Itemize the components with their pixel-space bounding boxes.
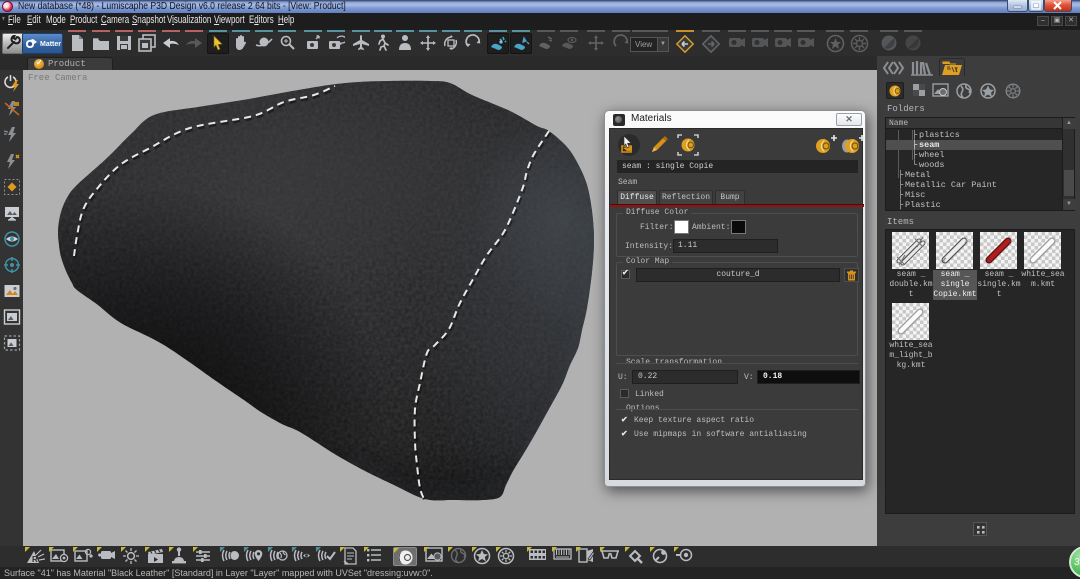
svg-text:R: R xyxy=(32,555,38,564)
